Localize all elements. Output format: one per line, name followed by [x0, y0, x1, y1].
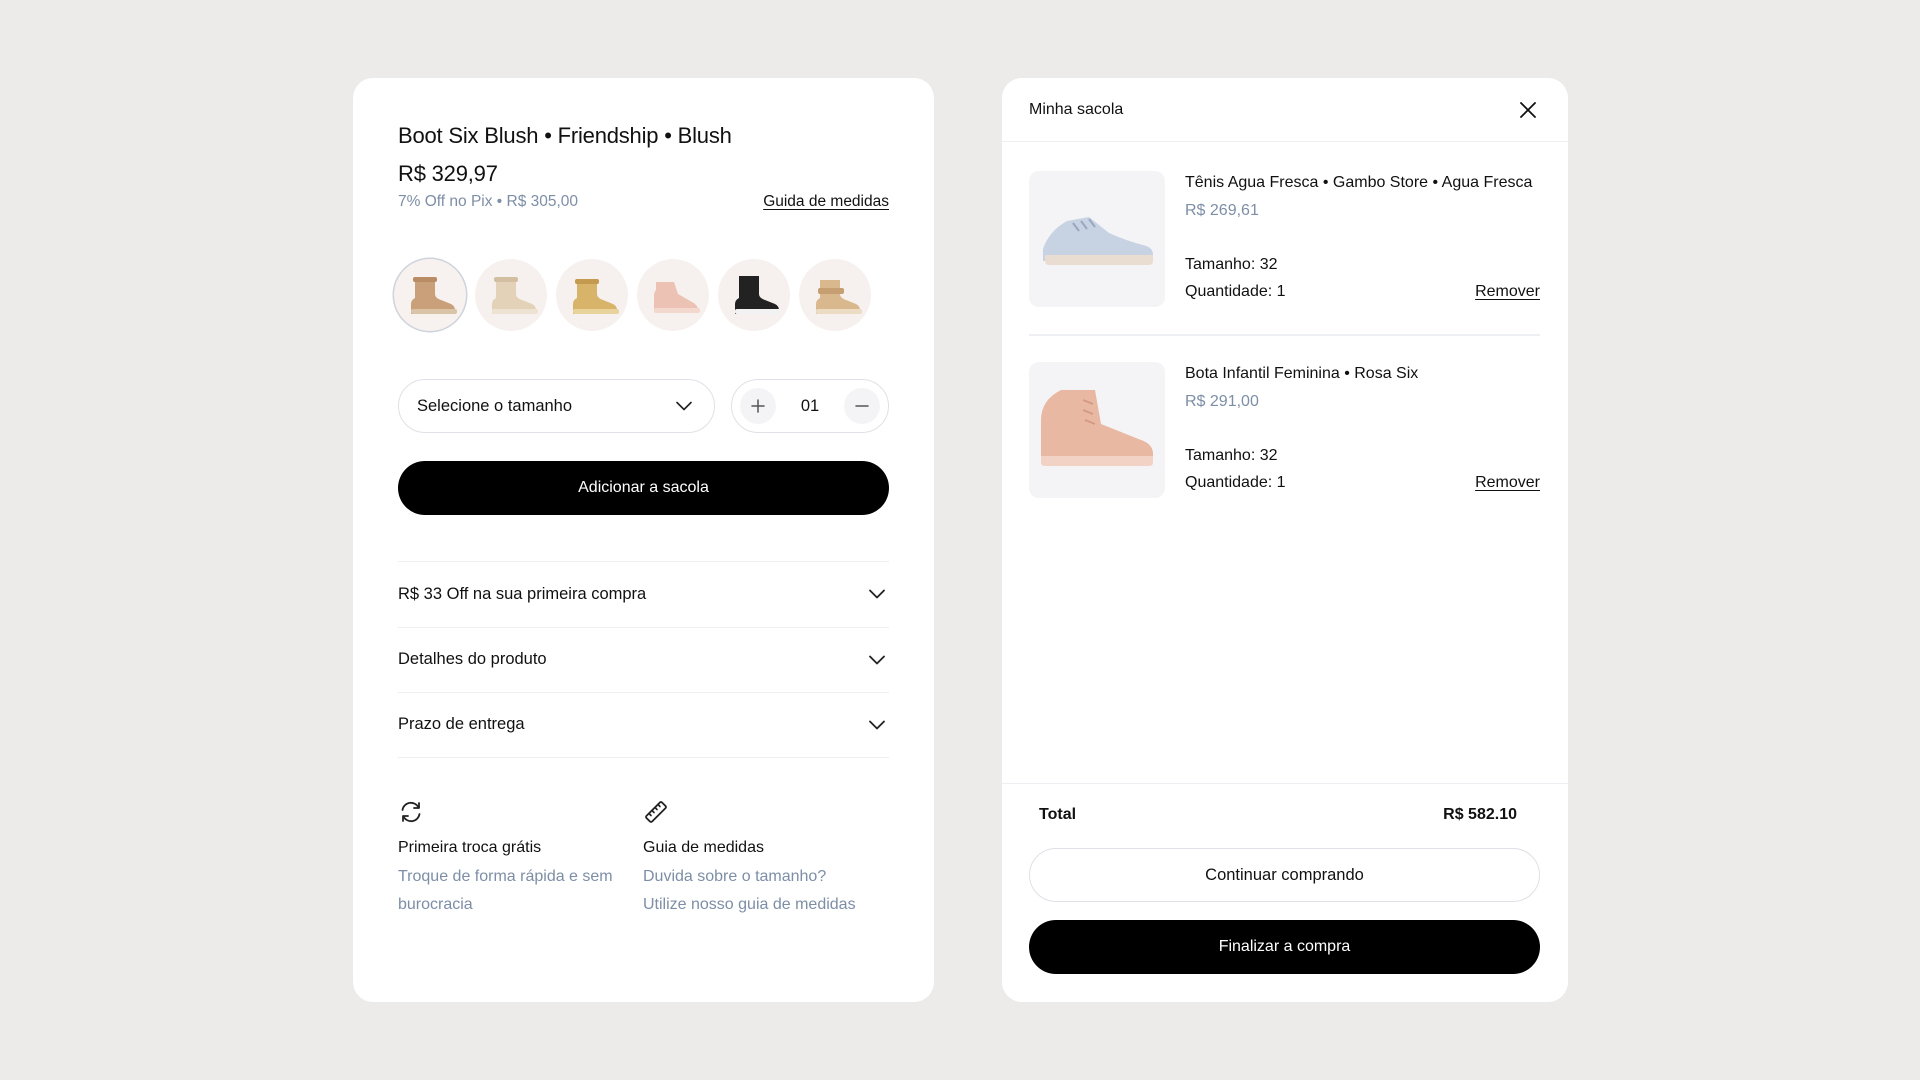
- feature-free-exchange: Primeira troca grátis Troque de forma rá…: [398, 799, 643, 919]
- swatch-camel-boot[interactable]: [799, 259, 871, 331]
- shopping-bag-panel: Minha sacola Tênis Agua Fresca • Gambo S…: [1002, 78, 1568, 1002]
- accordion-product-details[interactable]: Detalhes do produto: [398, 626, 889, 693]
- accordion-label: R$ 33 Off na sua primeira compra: [398, 584, 647, 603]
- tan-boot-image: [411, 277, 457, 314]
- bag-item-info: Tênis Agua Fresca • Gambo Store • Agua F…: [1185, 171, 1540, 307]
- size-select-placeholder: Selecione o tamanho: [417, 396, 573, 415]
- feature-title: Guia de medidas: [643, 839, 764, 856]
- total-label: Total: [1039, 806, 1077, 823]
- swatch-pink-sneaker[interactable]: [637, 259, 709, 331]
- product-price: R$ 329,97: [398, 161, 498, 186]
- remove-item-button[interactable]: Remover: [1475, 283, 1540, 301]
- cream-boot-image: [492, 277, 538, 314]
- swatch-tan-boot[interactable]: [394, 259, 466, 331]
- item-size: Tamanho: 32: [1185, 256, 1278, 273]
- swatch-gold-boot[interactable]: [556, 259, 628, 331]
- quantity-stepper: 01: [731, 379, 889, 433]
- pink-sneaker-image: [654, 282, 700, 313]
- accordion-label: Detalhes do produto: [398, 650, 547, 669]
- camel-boot-image: [816, 280, 862, 314]
- close-icon: [1520, 101, 1536, 118]
- feature-size-guide: Guia de medidas Duvida sobre o tamanho? …: [643, 799, 888, 919]
- plus-icon: [751, 399, 765, 413]
- item-divider: [1029, 334, 1540, 336]
- pix-offer: 7% Off no Pix • R$ 305,00: [398, 193, 579, 210]
- chevron-down-icon: [869, 655, 885, 665]
- bag-footer: Total R$ 582.10 Continuar comprando Fina…: [1002, 783, 1568, 974]
- close-button[interactable]: [1516, 98, 1540, 122]
- total-value: R$ 582.10: [1443, 806, 1517, 823]
- bag-item-info: Bota Infantil Feminina • Rosa Six R$ 291…: [1185, 362, 1540, 498]
- decrement-button[interactable]: [843, 388, 880, 424]
- remove-item-button[interactable]: Remover: [1475, 474, 1540, 492]
- add-to-bag-button[interactable]: Adicionar a sacola: [398, 461, 889, 515]
- size-select[interactable]: Selecione o tamanho: [398, 379, 715, 433]
- product-accordion: R$ 33 Off na sua primeira compra Detalhe…: [398, 561, 889, 758]
- gold-boot-image: [573, 279, 619, 314]
- product-thumbnail: [1029, 362, 1165, 498]
- item-quantity: Quantidade: 1: [1185, 474, 1286, 491]
- black-boot-image: [735, 276, 781, 314]
- quantity-value: 01: [800, 396, 820, 415]
- chevron-down-icon: [869, 720, 885, 730]
- feature-description: Troque de forma rápida e sem burocracia: [398, 868, 613, 913]
- item-name: Bota Infantil Feminina • Rosa Six: [1185, 365, 1419, 382]
- size-guide-link[interactable]: Guida de medidas: [763, 193, 889, 211]
- chevron-down-icon: [676, 401, 692, 411]
- bag-title: Minha sacola: [1029, 100, 1124, 118]
- increment-button[interactable]: [740, 388, 776, 424]
- item-size: Tamanho: 32: [1185, 447, 1278, 464]
- ruler-icon: [645, 801, 667, 823]
- feature-title: Primeira troca grátis: [398, 839, 542, 856]
- item-quantity: Quantidade: 1: [1185, 283, 1286, 300]
- refresh-icon: [401, 801, 421, 823]
- accordion-first-purchase-discount[interactable]: R$ 33 Off na sua primeira compra: [398, 561, 889, 627]
- product-title: Boot Six Blush • Friendship • Blush: [398, 123, 732, 148]
- continue-shopping-button[interactable]: Continuar comprando: [1029, 848, 1540, 902]
- swatch-cream-boot[interactable]: [475, 259, 547, 331]
- item-price: R$ 291,00: [1185, 393, 1259, 410]
- accordion-delivery-time[interactable]: Prazo de entrega: [398, 692, 889, 758]
- white-sneaker-image: [1043, 217, 1153, 265]
- swatch-black-boot[interactable]: [718, 259, 790, 331]
- pink-high-top-sneaker-image: [1041, 390, 1153, 466]
- item-name: Tênis Agua Fresca • Gambo Store • Agua F…: [1185, 174, 1533, 191]
- product-card: Boot Six Blush • Friendship • Blush R$ 3…: [353, 78, 934, 1002]
- bag-item: Tênis Agua Fresca • Gambo Store • Agua F…: [1029, 171, 1540, 307]
- bag-item: Bota Infantil Feminina • Rosa Six R$ 291…: [1029, 362, 1540, 498]
- item-price: R$ 269,61: [1185, 202, 1259, 219]
- minus-icon: [855, 405, 869, 407]
- accordion-label: Prazo de entrega: [398, 715, 525, 734]
- checkout-button[interactable]: Finalizar a compra: [1029, 920, 1540, 974]
- bag-header: Minha sacola: [1002, 78, 1568, 142]
- chevron-down-icon: [869, 589, 885, 599]
- feature-highlights: Primeira troca grátis Troque de forma rá…: [398, 799, 889, 919]
- feature-description: Duvida sobre o tamanho? Utilize nosso gu…: [643, 868, 856, 913]
- total-row: Total R$ 582.10: [1039, 806, 1517, 824]
- color-swatches: [394, 259, 871, 331]
- product-thumbnail: [1029, 171, 1165, 307]
